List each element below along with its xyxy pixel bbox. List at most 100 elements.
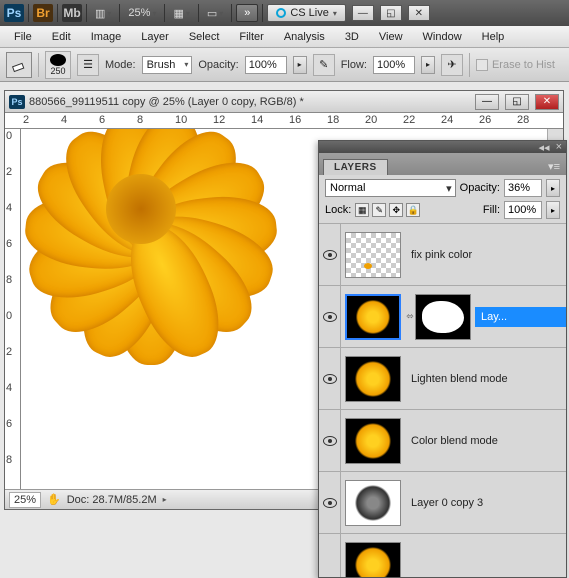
tablet-opacity-icon[interactable]: ✎ — [313, 54, 335, 76]
flow-label: Flow: — [341, 59, 367, 71]
layer-row[interactable]: fix pink color — [319, 224, 566, 286]
link-icon[interactable]: ⬄ — [405, 311, 415, 322]
layer-row[interactable]: Layer 0 copy 3 — [319, 472, 566, 534]
lock-transparency-icon[interactable]: ▦ — [355, 203, 369, 217]
doc-minimize-button[interactable]: — — [475, 94, 499, 110]
menu-file[interactable]: File — [6, 29, 40, 45]
layer-row[interactable]: ⬄ Lay... — [319, 286, 566, 348]
menu-analysis[interactable]: Analysis — [276, 29, 333, 45]
fill-stepper[interactable]: ▸ — [546, 201, 560, 219]
brush-preset-picker[interactable]: 250 — [45, 51, 71, 79]
view-extras-dropdown[interactable]: ▦▾ — [169, 5, 193, 22]
layer-thumbnail[interactable] — [345, 294, 401, 340]
layers-panel: ◂◂ × LAYERS ▾≡ Normal Opacity: 36% ▸ Lock… — [318, 140, 567, 578]
status-menu-icon[interactable]: ▸ — [163, 495, 167, 504]
doc-close-button[interactable]: ✕ — [535, 94, 559, 110]
options-bar: 250 ☰ Mode: Brush Opacity: 100% ▸ ✎ Flow… — [0, 48, 569, 82]
layer-name[interactable]: Lighten blend mode — [405, 373, 566, 385]
menu-view[interactable]: View — [371, 29, 411, 45]
document-ps-icon: Ps — [9, 95, 25, 109]
layer-name[interactable]: fix pink color — [405, 249, 566, 261]
layer-opacity-stepper[interactable]: ▸ — [546, 179, 560, 197]
layer-opacity-field[interactable]: 36% — [504, 179, 542, 197]
flow-stepper[interactable]: ▸ — [421, 56, 435, 74]
lock-all-icon[interactable]: 🔒 — [406, 203, 420, 217]
arrange-dropdown[interactable]: ▭▾ — [203, 5, 227, 22]
blend-mode-dropdown[interactable]: Normal — [325, 179, 456, 197]
layer-row[interactable] — [319, 534, 566, 577]
fill-label: Fill: — [483, 204, 500, 216]
menu-filter[interactable]: Filter — [231, 29, 271, 45]
panel-collapse-bar[interactable]: ◂◂ × — [319, 141, 566, 153]
screen-mode-dropdown[interactable]: ▥▾ — [91, 5, 115, 22]
ps-app-icon[interactable]: Ps — [4, 4, 24, 22]
visibility-icon[interactable] — [323, 436, 337, 446]
erase-to-history-checkbox[interactable]: Erase to Hist — [476, 59, 555, 71]
brush-preview-icon — [50, 54, 66, 66]
menu-help[interactable]: Help — [474, 29, 513, 45]
status-hand-icon[interactable]: ✋ — [47, 493, 61, 506]
menu-window[interactable]: Window — [415, 29, 470, 45]
layer-mask-thumbnail[interactable] — [415, 294, 471, 340]
status-zoom-field[interactable]: 25% — [9, 492, 41, 508]
panel-tabs: LAYERS ▾≡ — [319, 153, 566, 175]
layer-opacity-label: Opacity: — [460, 182, 500, 194]
layer-list[interactable]: fix pink color ⬄ Lay... Lighten blend mo… — [319, 224, 566, 577]
lock-position-icon[interactable]: ✥ — [389, 203, 403, 217]
brush-panel-toggle[interactable]: ☰ — [77, 54, 99, 76]
fill-field[interactable]: 100% — [504, 201, 542, 219]
menu-3d[interactable]: 3D — [337, 29, 367, 45]
cslive-icon — [276, 8, 286, 18]
opacity-label: Opacity: — [198, 59, 238, 71]
ruler-horizontal[interactable]: 246810121416182022242628 — [5, 113, 563, 129]
expand-bar-button[interactable]: » — [236, 4, 258, 22]
flow-field[interactable]: 100% — [373, 56, 415, 74]
airbrush-icon[interactable]: ✈ — [441, 54, 463, 76]
lock-pixels-icon[interactable]: ✎ — [372, 203, 386, 217]
menu-image[interactable]: Image — [83, 29, 130, 45]
menu-layer[interactable]: Layer — [133, 29, 177, 45]
panel-menu-button[interactable]: ▾≡ — [546, 158, 562, 175]
opacity-stepper[interactable]: ▸ — [293, 56, 307, 74]
layer-thumbnail[interactable] — [345, 542, 401, 578]
panel-close-icon[interactable]: × — [556, 141, 562, 153]
tab-layers[interactable]: LAYERS — [323, 159, 388, 175]
lock-label: Lock: — [325, 204, 351, 216]
mode-label: Mode: — [105, 59, 136, 71]
layer-row[interactable]: Color blend mode — [319, 410, 566, 472]
mode-dropdown[interactable]: Brush — [142, 56, 193, 74]
menu-bar: File Edit Image Layer Select Filter Anal… — [0, 26, 569, 48]
workspace-min-button[interactable]: — — [352, 5, 374, 21]
ruler-vertical[interactable]: 02468024680 — [5, 129, 21, 489]
layers-options: Normal Opacity: 36% ▸ Lock: ▦ ✎ ✥ 🔒 Fill… — [319, 175, 566, 224]
workspace-restore-button[interactable]: ◱ — [380, 5, 402, 21]
bridge-icon[interactable]: Br — [33, 4, 53, 22]
layer-name[interactable]: Color blend mode — [405, 435, 566, 447]
status-doc-size[interactable]: Doc: 28.7M/85.2M — [67, 494, 157, 506]
visibility-icon[interactable] — [323, 312, 337, 322]
eraser-tool-icon[interactable] — [6, 52, 32, 78]
document-titlebar[interactable]: Ps 880566_99119511 copy @ 25% (Layer 0 c… — [5, 91, 563, 113]
minibridge-icon[interactable]: Mb — [62, 4, 82, 22]
layer-row[interactable]: Lighten blend mode — [319, 348, 566, 410]
layer-name[interactable]: Lay... — [475, 307, 566, 327]
menu-select[interactable]: Select — [181, 29, 228, 45]
opacity-field[interactable]: 100% — [245, 56, 287, 74]
zoom-dropdown[interactable]: 25%▾ — [124, 5, 160, 21]
menu-edit[interactable]: Edit — [44, 29, 79, 45]
layer-thumbnail[interactable] — [345, 356, 401, 402]
doc-maximize-button[interactable]: ◱ — [505, 94, 529, 110]
workspace-close-button[interactable]: ✕ — [408, 5, 430, 21]
app-bar: Ps Br Mb ▥▾ 25%▾ ▦▾ ▭▾ » CS Live▾ — ◱ ✕ — [0, 0, 569, 26]
cslive-button[interactable]: CS Live▾ — [267, 4, 346, 22]
flower-image — [21, 129, 311, 399]
layer-name[interactable]: Layer 0 copy 3 — [405, 497, 566, 509]
visibility-icon[interactable] — [323, 250, 337, 260]
brush-size-value: 250 — [50, 66, 65, 76]
visibility-icon[interactable] — [323, 374, 337, 384]
layer-thumbnail[interactable] — [345, 232, 401, 278]
visibility-icon[interactable] — [323, 498, 337, 508]
layer-thumbnail[interactable] — [345, 480, 401, 526]
collapse-icon: ◂◂ — [539, 141, 550, 154]
layer-thumbnail[interactable] — [345, 418, 401, 464]
